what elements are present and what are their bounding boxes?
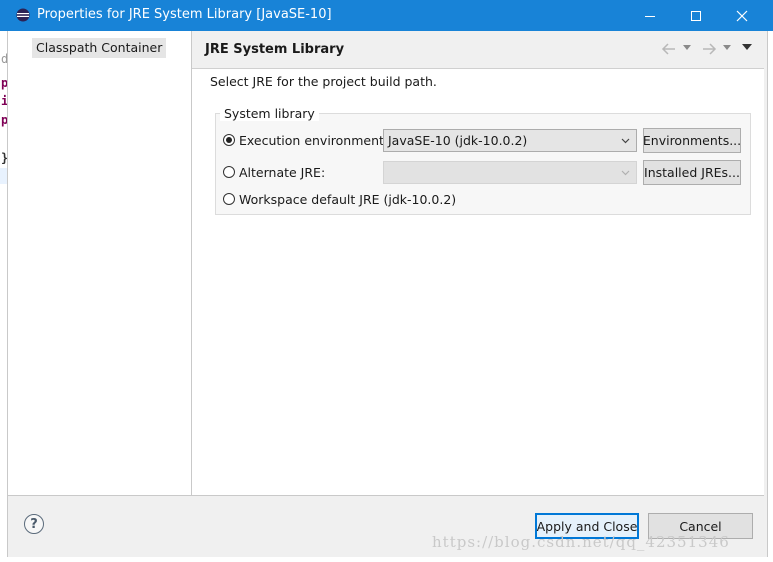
environments-button[interactable]: Environments... <box>643 128 741 153</box>
page-description: Select JRE for the project build path. <box>210 74 437 89</box>
execution-environment-combo-value: JavaSE-10 (jdk-10.0.2) <box>388 133 528 148</box>
back-arrow-icon[interactable] <box>661 42 677 56</box>
eclipse-app-icon <box>16 8 30 22</box>
title-bar[interactable]: Properties for JRE System Library [JavaS… <box>0 0 773 31</box>
close-icon <box>736 10 748 21</box>
chevron-down-icon <box>621 170 630 176</box>
alternate-jre-radio[interactable]: Alternate JRE: <box>223 163 325 181</box>
nav-tree <box>8 31 192 496</box>
installed-jres-button[interactable]: Installed JREs... <box>643 160 741 185</box>
workspace-default-jre-label: Workspace default JRE (jdk-10.0.2) <box>239 191 457 207</box>
help-icon: ? <box>30 516 38 532</box>
maximize-button[interactable] <box>673 0 719 31</box>
workspace-default-jre-radio[interactable]: Workspace default JRE (jdk-10.0.2) <box>223 190 456 208</box>
background-editor-highlight <box>0 168 7 184</box>
page-title: JRE System Library <box>205 42 345 57</box>
radio-unchecked-icon <box>223 193 235 205</box>
nav-item-classpath-container[interactable]: Classpath Container <box>32 38 167 58</box>
back-dropdown-icon[interactable] <box>683 45 692 52</box>
execution-environment-combo[interactable]: JavaSE-10 (jdk-10.0.2) <box>383 129 637 152</box>
forward-dropdown-icon[interactable] <box>723 45 732 52</box>
background-editor-strip <box>0 31 7 562</box>
radio-unchecked-icon <box>223 166 235 178</box>
chevron-down-icon <box>621 138 630 144</box>
close-button[interactable] <box>719 0 765 31</box>
help-button[interactable]: ? <box>24 514 44 534</box>
forward-arrow-icon[interactable] <box>701 42 717 56</box>
execution-environment-radio[interactable]: Execution environment: <box>223 131 388 149</box>
execution-environment-label: Execution environment: <box>239 132 389 148</box>
alternate-jre-label: Alternate JRE: <box>239 164 326 180</box>
radio-checked-icon <box>223 134 235 146</box>
window-title: Properties for JRE System Library [JavaS… <box>37 7 332 22</box>
minimize-icon <box>645 15 655 17</box>
minimize-button[interactable] <box>627 0 673 31</box>
watermark: https://blog.csdn.net/qq_42351346 <box>432 533 730 551</box>
group-label: System library <box>220 106 319 121</box>
alternate-jre-combo[interactable] <box>383 161 637 184</box>
view-menu-icon[interactable] <box>742 44 753 52</box>
maximize-icon <box>691 10 701 21</box>
